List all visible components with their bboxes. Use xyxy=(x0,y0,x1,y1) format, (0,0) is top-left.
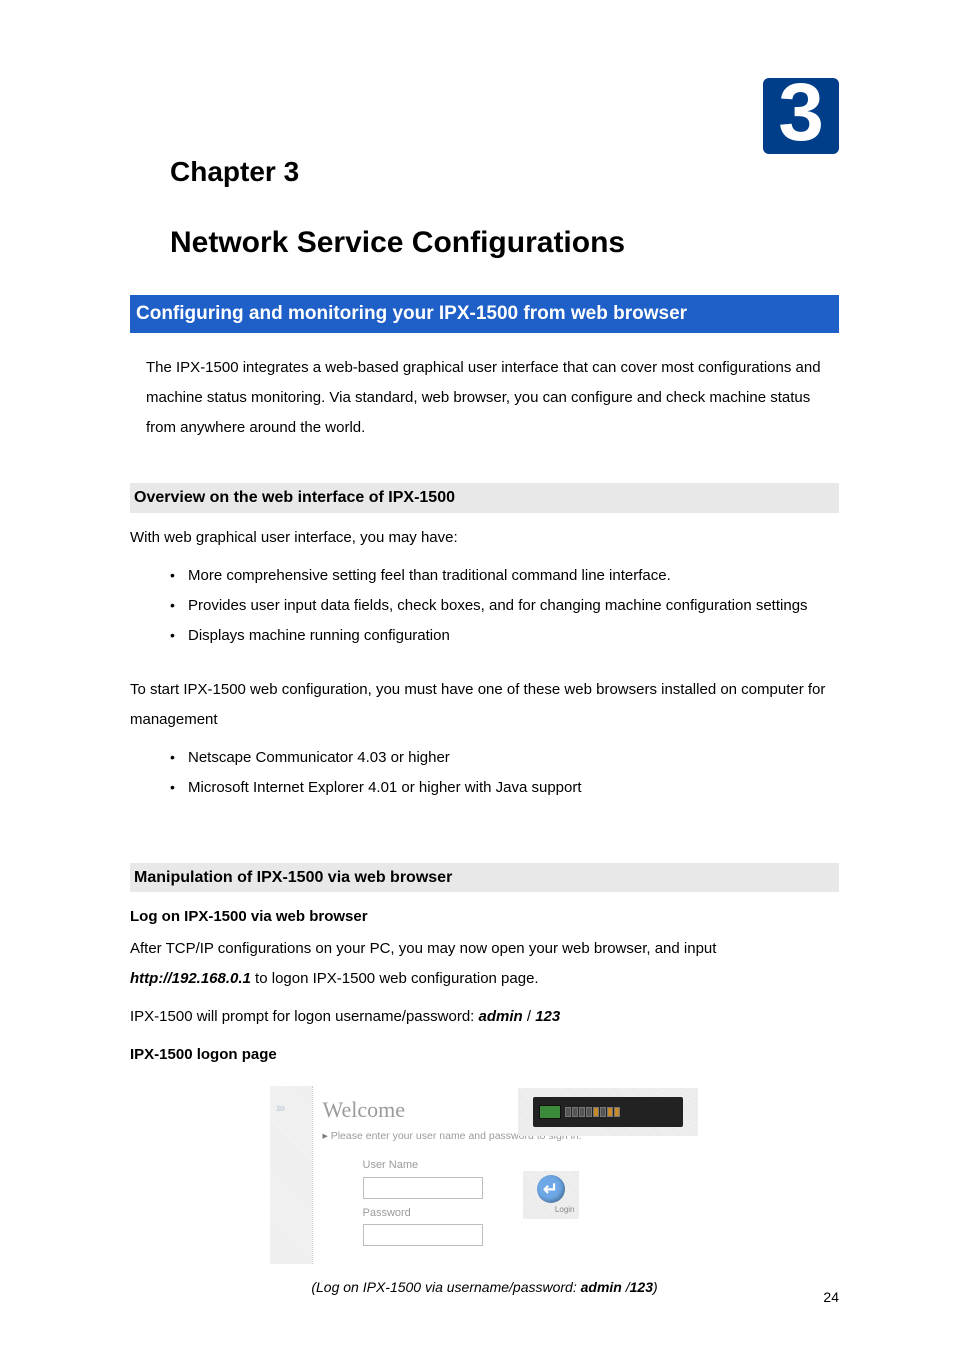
section2-heading: Manipulation of IPX-1500 via web browser xyxy=(130,863,839,893)
list-item: Displays machine running configuration xyxy=(170,621,839,651)
text: After TCP/IP configurations on your PC, … xyxy=(130,940,716,957)
text: ) xyxy=(653,1279,658,1295)
section2-sub: Log on IPX-1500 via web browser xyxy=(130,902,839,932)
text: IPX-1500 will prompt for logon username/… xyxy=(130,1008,479,1025)
figure-caption: (Log on IPX-1500 via username/password: … xyxy=(130,1276,839,1298)
login-url: http://192.168.0.1 xyxy=(130,970,251,987)
list-item: Netscape Communicator 4.03 or higher xyxy=(170,743,839,773)
login-button-label: Login xyxy=(555,1204,575,1217)
text: / xyxy=(622,1279,630,1295)
chapter-badge: 3 xyxy=(763,78,839,154)
caption-user: admin xyxy=(581,1279,622,1295)
section1-tail: To start IPX-1500 web configuration, you… xyxy=(130,675,839,735)
login-decor-left: ››› xyxy=(270,1086,312,1264)
page-number: 24 xyxy=(823,1286,839,1308)
device-image xyxy=(518,1088,698,1136)
device-icon xyxy=(533,1097,683,1127)
text: (Log on IPX-1500 via username/password: xyxy=(311,1279,580,1295)
triangle-icon: ▸ xyxy=(323,1130,328,1142)
section2-p2: IPX-1500 will prompt for logon username/… xyxy=(130,1002,839,1032)
section1-heading: Overview on the web interface of IPX-150… xyxy=(130,483,839,513)
password-input[interactable] xyxy=(363,1224,483,1246)
section2-p1: After TCP/IP configurations on your PC, … xyxy=(130,934,839,994)
list-item: More comprehensive setting feel than tra… xyxy=(170,561,839,591)
text: / xyxy=(523,1008,536,1025)
arrows-icon: ››› xyxy=(276,1096,284,1118)
text: to logon IPX-1500 web configuration page… xyxy=(251,970,539,987)
login-form: User Name Password xyxy=(363,1157,483,1252)
login-screenshot: ››› Welcome ▸ Please enter your user nam… xyxy=(270,1086,700,1264)
list-item: Microsoft Internet Explorer 4.01 or high… xyxy=(170,773,839,803)
username-input[interactable] xyxy=(363,1177,483,1199)
list-item: Provides user input data fields, check b… xyxy=(170,591,839,621)
enter-icon: ↵ xyxy=(537,1175,565,1203)
caption-pass: 123 xyxy=(630,1279,653,1295)
cred-pass: 123 xyxy=(535,1008,560,1025)
login-button[interactable]: ↵ Login xyxy=(523,1171,579,1219)
section-bar: Configuring and monitoring your IPX-1500… xyxy=(130,295,839,333)
section1-list2: Netscape Communicator 4.03 or higher Mic… xyxy=(170,743,839,803)
cred-user: admin xyxy=(479,1008,523,1025)
section2-sub2: IPX-1500 logon page xyxy=(130,1040,839,1070)
password-label: Password xyxy=(363,1205,483,1223)
section1-lead: With web graphical user interface, you m… xyxy=(130,523,839,553)
chapter-label: Chapter 3 xyxy=(170,150,839,195)
username-label: User Name xyxy=(363,1157,483,1175)
intro-paragraph: The IPX-1500 integrates a web-based grap… xyxy=(146,353,839,443)
page-title: Network Service Configurations xyxy=(170,219,839,267)
section1-list: More comprehensive setting feel than tra… xyxy=(170,561,839,651)
